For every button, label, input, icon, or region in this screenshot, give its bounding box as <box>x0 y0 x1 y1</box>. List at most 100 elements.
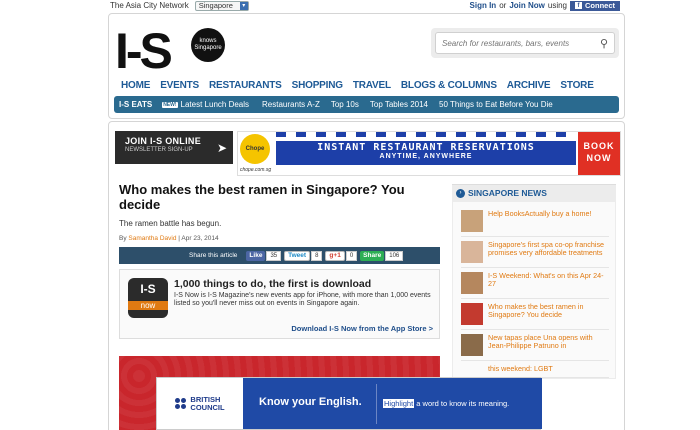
app-store-link[interactable]: Download I-S Now from the App Store > <box>291 324 433 333</box>
share-button-label: Share <box>360 250 385 261</box>
chope-ad-banner[interactable]: Chope chope.com.sg INSTANT RESTAURANT RE… <box>237 131 621 176</box>
news-thumbnail <box>461 272 483 294</box>
site-header: I-S knows Singapore ⚲ HOMEEVENTSRESTAURA… <box>108 13 625 119</box>
site-logo[interactable]: I-S knows Singapore <box>115 22 225 80</box>
tweet-label: Tweet <box>284 250 311 261</box>
news-list-item[interactable]: New tapas place Una opens with Jean-Phil… <box>461 330 609 361</box>
ad-stripe <box>276 132 576 137</box>
search-box: ⚲ <box>435 32 615 54</box>
chope-url: chope.com.sg <box>240 167 272 173</box>
city-select-value: Singapore <box>198 1 233 10</box>
news-headline-link[interactable]: Singapore's first spa co-op franchise pr… <box>488 240 609 263</box>
tweet-button[interactable]: Tweet 8 <box>284 250 323 261</box>
british-council-overlay-ad[interactable]: BRITISH COUNCIL Know your English. Highl… <box>156 377 542 430</box>
subnav-item-label: Latest Lunch Deals <box>180 100 250 109</box>
nav-item-home[interactable]: HOME <box>121 80 155 91</box>
network-label: The Asia City Network <box>110 1 189 10</box>
share-button[interactable]: Share 106 <box>360 250 404 261</box>
is-now-app-icon[interactable]: I-S now <box>128 278 168 318</box>
main-nav: HOME EVENTS RESTAURANTS SHOPPING TRAVEL BLOGS… <box>121 80 599 91</box>
news-list-item[interactable]: this weekend: LGBT <box>461 361 609 379</box>
city-select[interactable]: Singapore ▾ <box>194 0 249 11</box>
news-headline-link[interactable]: New tapas place Una opens with Jean-Phil… <box>488 333 609 356</box>
subnav-item-50-things[interactable]: 50 Things to Eat Before You Die <box>439 100 560 109</box>
british-council-wordmark: BRITISH COUNCIL <box>190 395 224 412</box>
using-text: using <box>547 1 567 10</box>
book-now-button[interactable]: BOOK NOW <box>578 132 620 175</box>
search-icon[interactable]: ⚲ <box>600 37 608 50</box>
fb-like-label: Like <box>246 250 266 261</box>
nav-item-blogs-columns[interactable]: BLOGS & COLUMNS <box>396 80 502 91</box>
british-council-dots-icon <box>175 398 187 409</box>
author-link[interactable]: Samantha David <box>128 235 176 242</box>
google-plus-button[interactable]: g+1 0 <box>325 250 358 261</box>
news-thumbnail <box>461 241 483 263</box>
news-list: Help BooksActually buy a home! Singapore'… <box>452 201 616 380</box>
nav-item-store[interactable]: STORE <box>555 80 598 91</box>
search-input[interactable] <box>442 38 592 48</box>
news-thumbnail <box>461 303 483 325</box>
highlight-rest: a word to know its meaning. <box>416 399 510 408</box>
gplus-label: g+1 <box>325 250 345 261</box>
gplus-count: 0 <box>345 250 358 261</box>
share-count: 106 <box>385 250 404 261</box>
app-icon-top: I-S <box>140 282 156 296</box>
nav-item-shopping[interactable]: SHOPPING <box>287 80 348 91</box>
news-thumbnail <box>461 334 483 356</box>
share-label: Share this article <box>189 252 238 259</box>
or-text: or <box>499 1 507 10</box>
sidebar-title: SINGAPORE NEWS <box>468 188 547 198</box>
overlay-highlight-text: Highlight a word to know its meaning. <box>383 399 509 408</box>
ad-line-1: INSTANT RESTAURANT RESERVATIONS <box>317 142 535 153</box>
nav-item-events[interactable]: EVENTS <box>155 80 204 91</box>
news-list-item[interactable]: Who makes the best ramen in Singapore? Y… <box>461 299 609 330</box>
article-header: Who makes the best ramen in Singapore? Y… <box>119 182 441 242</box>
highlight-word: Highlight <box>383 399 415 408</box>
news-headline-link[interactable]: I-S Weekend: What's on this Apr 24-27 <box>488 271 609 294</box>
app-promo: I-S now 1,000 things to do, the first is… <box>119 269 440 339</box>
join-now-link[interactable]: Join Now <box>509 1 545 10</box>
ad-line-2: ANYTIME, ANYWHERE <box>379 153 473 160</box>
nav-item-travel[interactable]: TRAVEL <box>348 80 396 91</box>
chope-logo: Chope <box>240 134 270 164</box>
top-bar: The Asia City Network Singapore ▾ Sign I… <box>110 0 620 11</box>
news-list-item[interactable]: I-S Weekend: What's on this Apr 24-27 <box>461 268 609 299</box>
subnav-item-restaurants-a-z[interactable]: Restaurants A-Z <box>262 100 327 109</box>
now-label: NOW <box>586 153 612 163</box>
facebook-connect-button[interactable]: f Connect <box>570 0 620 11</box>
news-headline-link[interactable]: Who makes the best ramen in Singapore? Y… <box>488 302 609 325</box>
article-dek: The ramen battle has begun. <box>119 219 222 228</box>
fb-like-count: 35 <box>266 250 282 261</box>
connect-label: Connect <box>585 1 615 10</box>
subnav-item-top-tables-2014[interactable]: Top Tables 2014 <box>370 100 435 109</box>
search-area: ⚲ <box>431 28 619 58</box>
new-badge: NEW! <box>162 101 178 108</box>
newsletter-signup-banner[interactable]: JOIN I-S ONLINE NEWSLETTER SIGN-UP ➤ <box>115 131 233 164</box>
app-icon-bottom: now <box>128 301 168 310</box>
nav-item-restaurants[interactable]: RESTAURANTS <box>204 80 287 91</box>
promo-title: 1,000 things to do, the first is downloa… <box>174 278 372 290</box>
subnav-item-top-10s[interactable]: Top 10s <box>331 100 366 109</box>
subnav-is-eats[interactable]: I-S EATS <box>119 100 162 109</box>
byline: By Samantha David | Apr 23, 2014 <box>119 235 441 242</box>
chevron-down-icon: ▾ <box>239 1 248 10</box>
news-headline-link[interactable]: this weekend: LGBT <box>488 364 553 373</box>
british-council-logo: BRITISH COUNCIL <box>157 378 243 429</box>
account-links: Sign In or Join Now using f Connect <box>470 0 620 11</box>
article-date: | Apr 23, 2014 <box>178 235 219 242</box>
arrow-right-icon: ➤ <box>216 141 227 155</box>
overlay-tagline: Know your English. <box>259 396 362 408</box>
news-thumbnail <box>461 210 483 232</box>
subnav-item-latest-lunch-deals[interactable]: NEW! Latest Lunch Deals <box>162 100 256 109</box>
arrow-icon: › <box>456 188 465 198</box>
nav-item-archive[interactable]: ARCHIVE <box>502 80 556 91</box>
overlay-divider <box>376 384 377 424</box>
article-title: Who makes the best ramen in Singapore? Y… <box>119 182 405 212</box>
news-list-item[interactable]: Help BooksActually buy a home! <box>461 206 609 237</box>
logo-badge: knows Singapore <box>191 28 225 62</box>
sign-in-link[interactable]: Sign In <box>470 1 497 10</box>
facebook-like-button[interactable]: Like 35 <box>246 250 282 261</box>
news-list-item[interactable]: Singapore's first spa co-op franchise pr… <box>461 237 609 268</box>
book-label: BOOK <box>583 141 615 151</box>
news-headline-link[interactable]: Help BooksActually buy a home! <box>488 209 591 232</box>
